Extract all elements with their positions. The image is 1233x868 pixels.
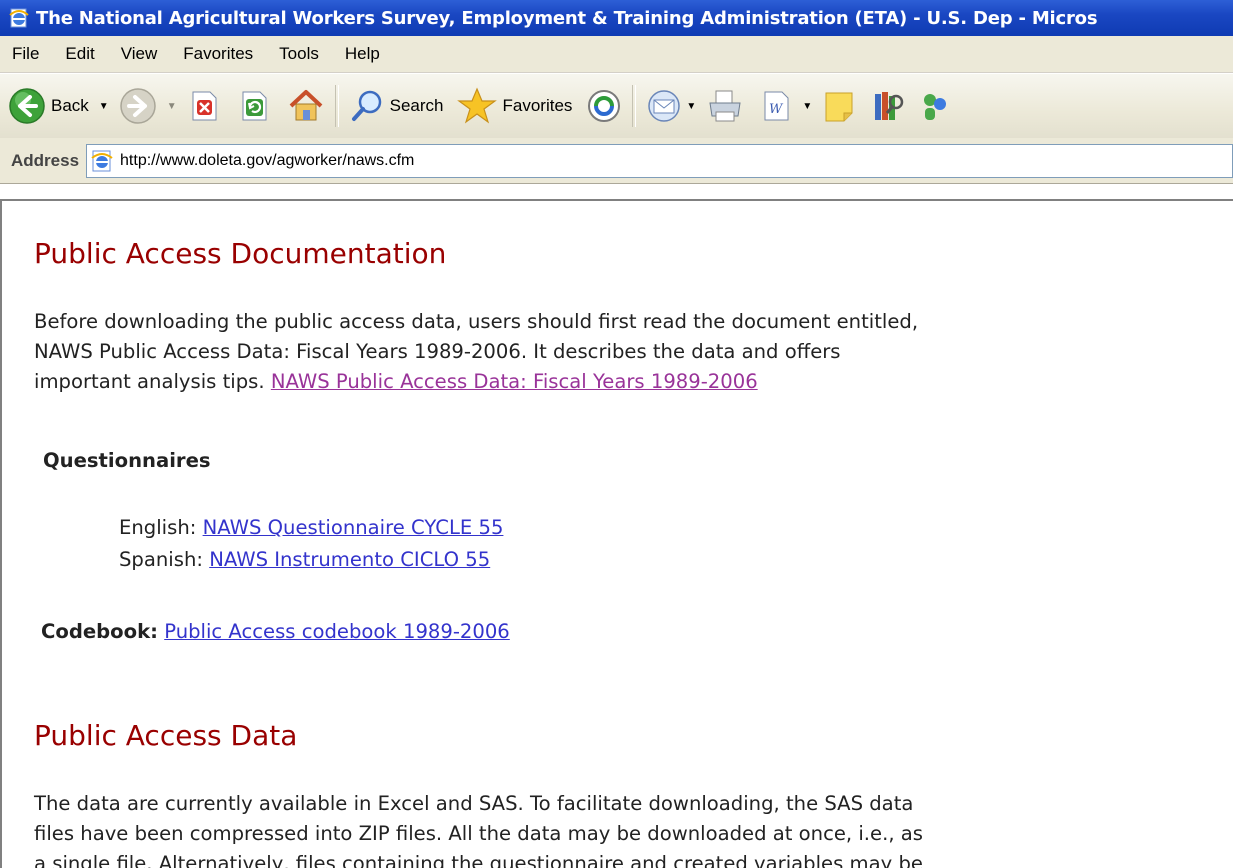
section-heading-documentation: Public Access Documentation (34, 237, 447, 270)
forward-button[interactable] (115, 81, 161, 131)
messenger-icon (924, 94, 947, 120)
back-button[interactable]: Back (4, 81, 93, 131)
codebook-link[interactable]: Public Access codebook 1989-2006 (164, 620, 510, 643)
browser-window: The National Agricultural Workers Survey… (0, 0, 1233, 868)
questionnaires-heading: Questionnaires (43, 449, 211, 472)
word-icon: W (764, 91, 789, 121)
mail-button[interactable] (642, 81, 686, 131)
address-label: Address (11, 150, 80, 170)
edit-word-button[interactable]: W (756, 81, 796, 131)
stop-button[interactable] (183, 81, 225, 131)
print-icon (709, 90, 741, 122)
intro-paragraph: Before downloading the public access dat… (34, 307, 918, 397)
menu-tools[interactable]: Tools (266, 39, 332, 69)
media-icon (588, 90, 621, 122)
back-label: Back (51, 96, 89, 115)
research-icon (875, 92, 904, 120)
home-button[interactable] (283, 81, 329, 131)
refresh-button[interactable] (233, 81, 275, 131)
data-line: a single file. Alternatively, files cont… (34, 852, 923, 868)
stop-icon (192, 91, 217, 121)
search-icon (351, 90, 381, 121)
intro-line: NAWS Public Access Data: Fiscal Years 19… (34, 340, 841, 363)
address-input[interactable]: http://www.doleta.gov/agworker/naws.cfm (86, 143, 1233, 178)
menu-view[interactable]: View (108, 39, 171, 69)
print-button[interactable] (702, 81, 748, 131)
search-button[interactable]: Search (345, 81, 448, 131)
english-label: English: (119, 516, 203, 539)
forward-icon (119, 88, 156, 124)
favorites-label: Favorites (502, 96, 573, 115)
messenger-button[interactable] (916, 81, 952, 131)
back-dropdown-icon[interactable]: ▼ (99, 101, 109, 112)
discuss-button[interactable] (818, 81, 860, 131)
codebook-label: Codebook: (41, 620, 158, 643)
home-icon (289, 90, 322, 121)
spanish-questionnaire-link[interactable]: NAWS Instrumento CICLO 55 (209, 548, 490, 571)
media-button[interactable] (582, 81, 626, 131)
data-line: The data are currently available in Exce… (34, 792, 914, 815)
ie-page-icon (91, 150, 113, 171)
menu-help[interactable]: Help (332, 39, 393, 69)
notes-icon (825, 92, 853, 122)
search-label: Search (389, 96, 444, 115)
forward-dropdown-icon[interactable]: ▼ (167, 101, 177, 112)
title-bar[interactable]: The National Agricultural Workers Survey… (0, 0, 1233, 36)
favorites-star-icon (457, 87, 498, 124)
mail-dropdown-icon[interactable]: ▼ (686, 101, 696, 112)
ie-page-icon (9, 8, 29, 28)
mail-icon (648, 90, 681, 122)
edit-dropdown-icon[interactable]: ▼ (802, 101, 812, 112)
menu-bar: File Edit View Favorites Tools Help (0, 36, 1233, 73)
menu-edit[interactable]: Edit (52, 39, 107, 69)
intro-line-with-link: important analysis tips. NAWS Public Acc… (34, 367, 918, 397)
refresh-icon (242, 91, 267, 121)
favorites-button[interactable]: Favorites (453, 81, 576, 131)
svg-text:W: W (769, 102, 784, 117)
address-url: http://www.doleta.gov/agworker/naws.cfm (120, 151, 415, 169)
window-title: The National Agricultural Workers Survey… (36, 7, 1098, 29)
menu-favorites[interactable]: Favorites (170, 39, 266, 69)
back-icon (9, 88, 45, 124)
page-viewport[interactable]: Public Access Documentation Before downl… (0, 199, 1233, 868)
intro-line: Before downloading the public access dat… (34, 310, 919, 333)
toolbar-separator (334, 85, 339, 127)
section-heading-data: Public Access Data (34, 719, 298, 752)
research-button[interactable] (866, 81, 910, 131)
english-questionnaire-row: English: NAWS Questionnaire CYCLE 55 (119, 516, 503, 539)
naws-public-access-data-link[interactable]: NAWS Public Access Data: Fiscal Years 19… (271, 370, 758, 393)
data-line: files have been compressed into ZIP file… (34, 822, 923, 845)
data-paragraph: The data are currently available in Exce… (34, 789, 923, 868)
toolbar-separator (632, 85, 637, 127)
menu-file[interactable]: File (0, 39, 52, 69)
standard-toolbar: Back ▼ ▼ Search Favorites ▼ W ▼ (0, 73, 1233, 139)
spanish-questionnaire-row: Spanish: NAWS Instrumento CICLO 55 (119, 548, 490, 571)
english-questionnaire-link[interactable]: NAWS Questionnaire CYCLE 55 (203, 516, 504, 539)
address-bar: Address http://www.doleta.gov/agworker/n… (0, 138, 1233, 184)
intro-line: important analysis tips. (34, 370, 271, 393)
codebook-row: Codebook: Public Access codebook 1989-20… (41, 620, 510, 643)
spanish-label: Spanish: (119, 548, 210, 571)
